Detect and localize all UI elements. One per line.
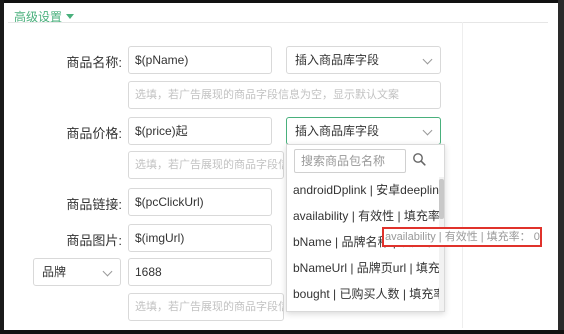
product-name-insert-field-label: 插入商品库字段 (295, 53, 380, 67)
chevron-down-icon (422, 54, 433, 65)
product-image-label: 商品图片: (66, 233, 122, 248)
product-price-default-text-input[interactable]: 选填，若广告展现的商品字段信息为空 (128, 151, 284, 179)
panel-right-border (462, 22, 463, 328)
product-price-insert-field-select[interactable]: 插入商品库字段 (286, 117, 441, 145)
dropdown-option[interactable]: bought | 已购买人数 | 填充率 (287, 281, 443, 307)
product-link-input[interactable]: $(pcClickUrl) (128, 188, 272, 216)
dropdown-option[interactable]: androidDplink | 安卓deeplink (287, 177, 443, 203)
window-frame-bottom (0, 330, 564, 334)
product-name-default-text-input[interactable]: 选填，若广告展现的商品字段信息为空，显示默认文案 (128, 81, 441, 109)
chevron-down-icon (102, 266, 113, 277)
product-price-label: 商品价格: (66, 126, 122, 141)
dropdown-scrollbar-thumb[interactable] (439, 179, 444, 219)
chevron-down-icon (422, 125, 433, 136)
product-name-input[interactable]: $(pName) (128, 46, 272, 74)
product-name-label: 商品名称: (66, 55, 122, 70)
window-frame-left (0, 0, 4, 334)
dropdown-search-input[interactable]: 搜索商品包名称 (294, 149, 406, 173)
caret-down-icon (66, 14, 75, 19)
product-image-input[interactable]: $(imgUrl) (128, 224, 272, 252)
product-name-insert-field-select[interactable]: 插入商品库字段 (286, 46, 441, 74)
field-tooltip: availability | 有效性 | 填充率： 0% (382, 227, 542, 247)
dropdown-option[interactable]: bNameUrl | 品牌页url | 填充率 (287, 255, 443, 281)
product-price-insert-field-label: 插入商品库字段 (295, 124, 380, 138)
dropdown-option[interactable]: availability | 有效性 | 填充率: 0% (287, 203, 443, 229)
brand-default-text-input[interactable]: 选填，若广告展现的商品字段信息为空 (128, 293, 284, 321)
section-divider (8, 22, 548, 23)
product-price-input[interactable]: $(price)起 (128, 117, 272, 145)
brand-type-label: 品牌 (42, 265, 67, 279)
product-link-label: 商品链接: (66, 197, 122, 212)
search-icon[interactable] (412, 152, 426, 166)
brand-input[interactable]: 1688 (128, 258, 272, 286)
window-frame-top (0, 0, 564, 3)
brand-type-select[interactable]: 品牌 (33, 258, 121, 286)
window-frame-right (558, 0, 564, 334)
